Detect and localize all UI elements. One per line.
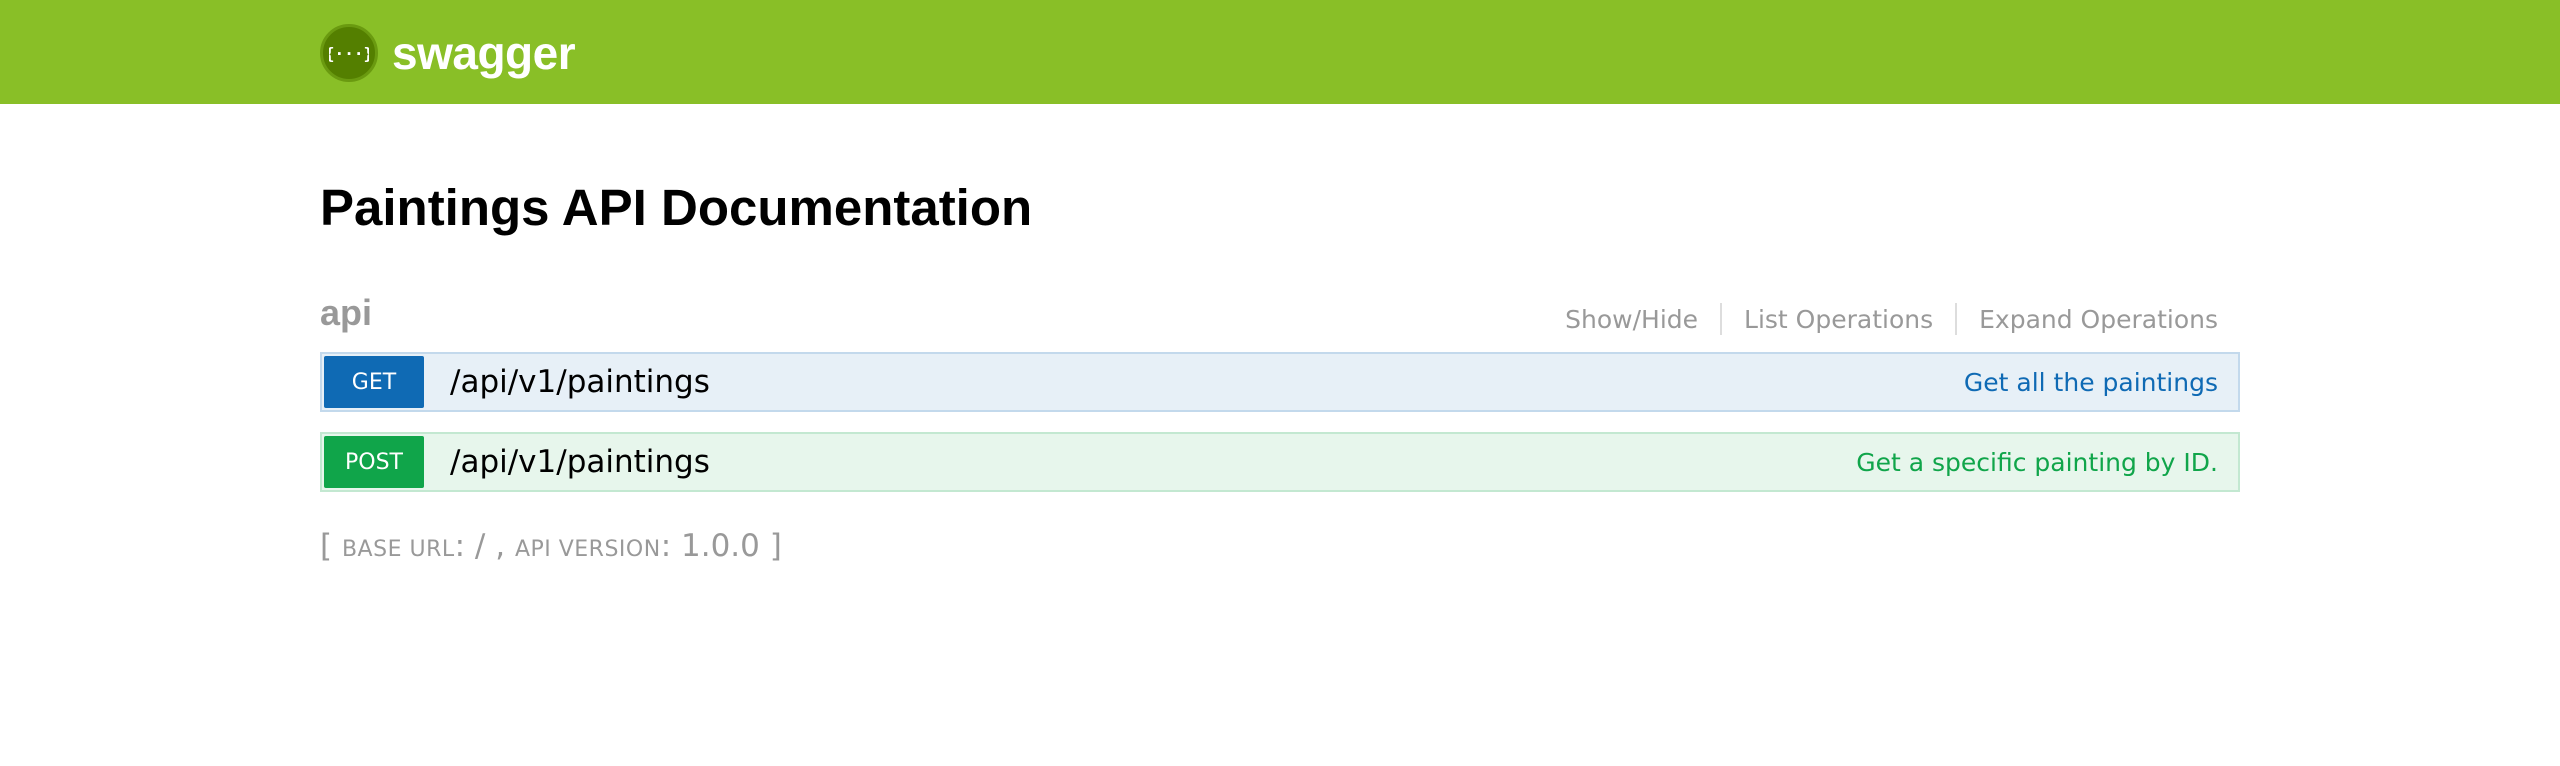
base-url-value: : / ,: [454, 528, 515, 564]
operation-path[interactable]: /api/v1/paintings: [450, 364, 710, 400]
swagger-logo[interactable]: {···} swagger: [320, 24, 576, 82]
resource-options: Show/Hide List Operations Expand Operati…: [1543, 303, 2218, 335]
operation-summary[interactable]: Get all the paintings: [1964, 368, 2218, 397]
http-method-badge-get[interactable]: GET: [324, 356, 424, 408]
close-bracket: ]: [769, 528, 782, 564]
operation-get-paintings[interactable]: GET /api/v1/paintings Get all the painti…: [320, 352, 2240, 412]
api-version-value: : 1.0.0: [660, 528, 770, 564]
base-url-label: BASE URL: [341, 537, 455, 562]
api-info-footer: [ BASE URL: / , API VERSION: 1.0.0 ]: [320, 528, 782, 564]
top-bar: {···} swagger: [0, 0, 2560, 104]
logo-text: swagger: [392, 27, 576, 79]
resource-heading-api[interactable]: api: [320, 292, 372, 334]
operation-summary[interactable]: Get a specific painting by ID.: [1856, 448, 2218, 477]
operation-path[interactable]: /api/v1/paintings: [450, 444, 710, 480]
swagger-logo-icon: {···}: [320, 24, 378, 82]
api-version-label: API VERSION: [514, 537, 661, 562]
list-operations-link[interactable]: List Operations: [1722, 305, 1955, 334]
expand-operations-link[interactable]: Expand Operations: [1957, 305, 2218, 334]
svg-text:{···}: {···}: [329, 44, 369, 63]
http-method-badge-post[interactable]: POST: [324, 436, 424, 488]
page-title: Paintings API Documentation: [320, 179, 1033, 236]
show-hide-link[interactable]: Show/Hide: [1543, 305, 1720, 334]
open-bracket: [: [320, 528, 333, 564]
operation-post-paintings[interactable]: POST /api/v1/paintings Get a specific pa…: [320, 432, 2240, 492]
